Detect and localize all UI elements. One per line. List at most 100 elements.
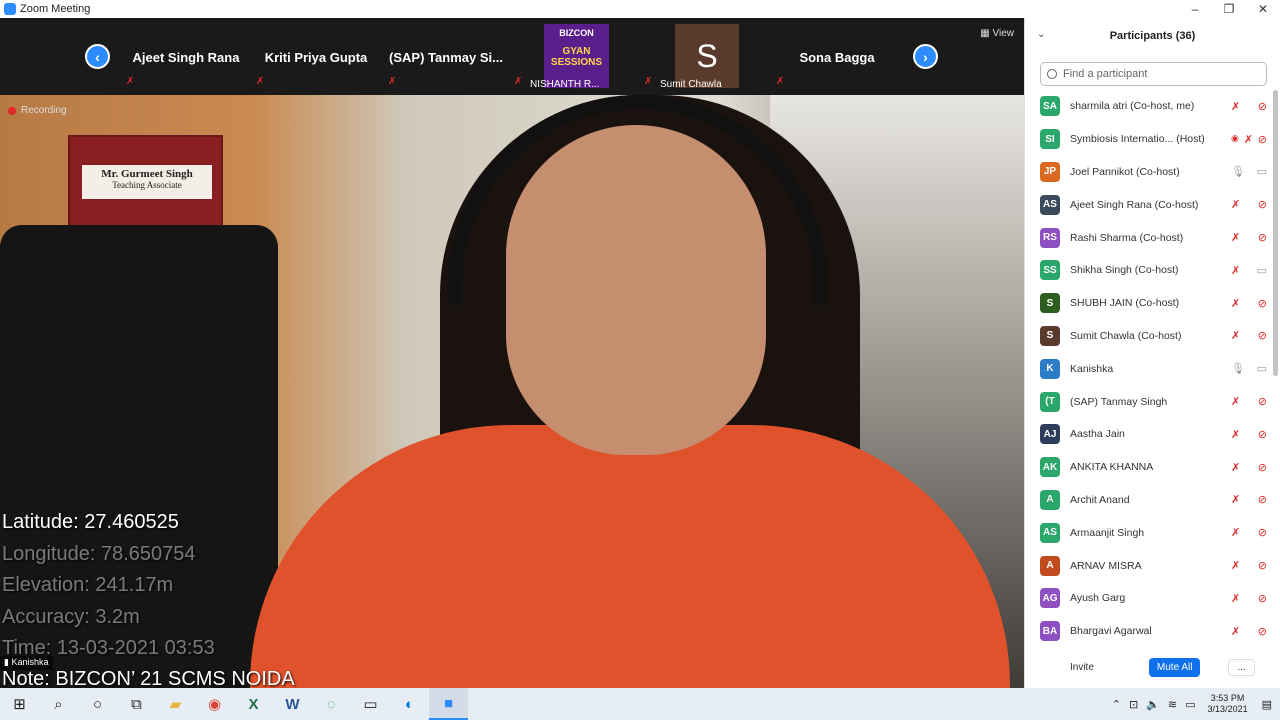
participant-name: Sumit Chawla (Co-host) [1070, 329, 1182, 342]
chrome-button[interactable]: ◉ [195, 688, 234, 720]
avatar: SA [1040, 96, 1060, 117]
avatar: (T [1040, 391, 1060, 412]
camera-off-icon: ⊘ [1257, 199, 1267, 212]
circle-icon: ○ [92, 695, 103, 713]
scrollbar[interactable] [1273, 90, 1278, 376]
minimize-button[interactable]: – [1178, 2, 1212, 16]
strip-tile[interactable]: Kriti Priya Gupta ✗ [252, 24, 380, 90]
edge-button[interactable]: ◐ [390, 688, 429, 720]
mic-muted-icon[interactable]: ✗ [1231, 264, 1240, 277]
logo-bottom-text: GYAN SESSIONS [550, 46, 603, 68]
mic-muted-icon[interactable]: ✗ [1231, 559, 1240, 572]
participant-row[interactable]: A ARNAV MISRA ✗ ⊘ [1025, 549, 1273, 582]
folder-icon: ▰ [169, 696, 182, 713]
participant-status: ✗ ⊘ [1231, 493, 1273, 506]
mic-muted-icon[interactable]: ✗ [1231, 592, 1240, 605]
mic-muted-icon[interactable]: ✗ [1231, 493, 1240, 506]
mic-muted-icon[interactable]: ✗ [1231, 461, 1240, 474]
participant-row[interactable]: AS Armaanjit Singh ✗ ⊘ [1025, 516, 1273, 549]
strip-prev-button[interactable]: ‹ [85, 44, 110, 69]
mic-muted-icon: ✗ [126, 76, 135, 87]
participant-row[interactable]: K Kanishka 🎙 ▭ [1025, 352, 1273, 385]
strip-tile[interactable]: (SAP) Tanmay Si... ✗ [384, 24, 508, 90]
mic-muted-icon[interactable]: ✗ [1231, 100, 1240, 113]
start-button[interactable]: ⊞ [0, 688, 39, 720]
signal-icon: ▮ [4, 657, 9, 667]
app-button[interactable]: ◌ [312, 688, 351, 720]
participant-name: Armaanjit Singh [1070, 526, 1145, 539]
participant-row[interactable]: BA Bhargavi Agarwal ✗ ⊘ [1025, 615, 1273, 648]
strip-tile[interactable]: S ✗ Sumit Chawla [640, 24, 768, 90]
chevron-up-icon[interactable]: ⌃ [1112, 698, 1121, 711]
mic-muted-icon[interactable]: ✗ [1231, 428, 1240, 441]
meeting-area: ‹ Ajeet Singh Rana ✗ Kriti Priya Gupta ✗… [0, 18, 1024, 688]
avatar: AG [1040, 588, 1060, 609]
nameplate-line1: Mr. Gurmeet Singh [101, 168, 193, 180]
participant-row[interactable]: (T (SAP) Tanmay Singh ✗ ⊘ [1025, 385, 1273, 418]
excel-button[interactable]: X [234, 688, 273, 720]
elevation-text: Elevation: 241.17m [2, 574, 174, 596]
network-icon[interactable]: ⊡ [1129, 698, 1138, 711]
nameplate-text: Mr. Gurmeet Singh Teaching Associate [82, 165, 212, 199]
clock-time: 3:53 PM [1210, 693, 1245, 703]
mic-icon[interactable]: 🎙 [1231, 362, 1245, 375]
task-view-button[interactable]: ⧉ [117, 688, 156, 720]
terminal-button[interactable]: ▭ [351, 688, 390, 720]
strip-tile[interactable]: Sona Bagga ✗ [772, 24, 902, 90]
strip-tile-name: Sona Bagga [799, 50, 875, 65]
mic-muted-icon[interactable]: ✗ [1231, 231, 1240, 244]
strip-next-button[interactable]: › [913, 44, 938, 69]
word-button[interactable]: W [273, 688, 312, 720]
mic-muted-icon[interactable]: ✗ [1231, 297, 1240, 310]
zoom-taskbar-button[interactable]: ■ [429, 688, 468, 720]
cortana-button[interactable]: ○ [78, 688, 117, 720]
mic-icon[interactable]: 🎙 [1231, 165, 1245, 178]
participant-status: ✗ ⊘ [1231, 592, 1273, 605]
battery-icon[interactable]: ▭ [1185, 698, 1195, 711]
clock[interactable]: 3:53 PM 3/13/2021 [1208, 693, 1248, 715]
participant-row[interactable]: AK ANKITA KHANNA ✗ ⊘ [1025, 451, 1273, 484]
mic-muted-icon[interactable]: ✗ [1231, 198, 1240, 211]
avatar: AS [1040, 194, 1060, 215]
close-button[interactable]: ✕ [1246, 2, 1280, 16]
mic-muted-icon[interactable]: ✗ [1231, 395, 1240, 408]
mic-muted-icon[interactable]: ✗ [1231, 329, 1240, 342]
explorer-button[interactable]: ▰ [156, 688, 195, 720]
notifications-icon[interactable]: ▤ [1262, 698, 1272, 711]
avatar: A [1040, 555, 1060, 576]
view-button[interactable]: ▦ View [980, 28, 1014, 39]
search-taskbar-button[interactable]: ⌕ [39, 688, 78, 720]
participant-row[interactable]: SI Symbiosis Internatio... (Host) ◉ ✗ ⊘ [1025, 123, 1273, 156]
wifi-icon[interactable]: ≋ [1168, 698, 1177, 711]
participant-row[interactable]: RS Rashi Sharma (Co-host) ✗ ⊘ [1025, 221, 1273, 254]
participant-row[interactable]: AJ Aastha Jain ✗ ⊘ [1025, 418, 1273, 451]
participant-row[interactable]: A Archit Anand ✗ ⊘ [1025, 484, 1273, 517]
maximize-button[interactable]: ❐ [1212, 2, 1246, 16]
participant-row[interactable]: S Sumit Chawla (Co-host) ✗ ⊘ [1025, 320, 1273, 353]
participant-row[interactable]: AG Ayush Garg ✗ ⊘ [1025, 582, 1273, 615]
camera-icon: ▭ [1256, 264, 1267, 277]
camera-icon: ▭ [1256, 166, 1267, 179]
note-overlay: Note: BIZCON’ 21 SCMS NOIDA [2, 668, 295, 688]
invite-button[interactable]: Invite [1061, 658, 1103, 677]
participant-row[interactable]: AS Ajeet Singh Rana (Co-host) ✗ ⊘ [1025, 188, 1273, 221]
participant-row[interactable]: SA sharmila atri (Co-host, me) ✗ ⊘ [1025, 90, 1273, 123]
participant-row[interactable]: JP Joel Pannikot (Co-host) 🎙 ▭ [1025, 156, 1273, 189]
search-placeholder: Find a participant [1063, 68, 1148, 80]
more-button[interactable]: ... [1228, 658, 1255, 676]
mute-all-button[interactable]: Mute All [1148, 657, 1201, 677]
strip-tile[interactable]: BIZCON GYAN SESSIONS ✗ NISHANTH R... [510, 24, 638, 90]
participant-name: Ajeet Singh Rana (Co-host) [1070, 198, 1199, 211]
mic-muted-icon[interactable]: ✗ [1231, 625, 1240, 638]
participant-row[interactable]: SS Shikha Singh (Co-host) ✗ ▭ [1025, 254, 1273, 287]
camera-off-icon: ⊘ [1257, 133, 1267, 146]
search-input[interactable]: Find a participant [1040, 62, 1267, 86]
mic-muted-icon[interactable]: ✗ [1244, 133, 1253, 146]
chevron-down-icon[interactable]: ⌄ [1037, 29, 1045, 40]
volume-icon[interactable]: 🔈 [1146, 698, 1160, 711]
mic-muted-icon[interactable]: ✗ [1231, 526, 1240, 539]
strip-tile[interactable]: Ajeet Singh Rana ✗ [122, 24, 250, 90]
participant-row[interactable]: S SHUBH JAIN (Co-host) ✗ ⊘ [1025, 287, 1273, 320]
active-speaker-video: Mr. Gurmeet Singh Teaching Associate Rec… [0, 95, 1024, 688]
refresh-icon: ◌ [327, 695, 336, 713]
